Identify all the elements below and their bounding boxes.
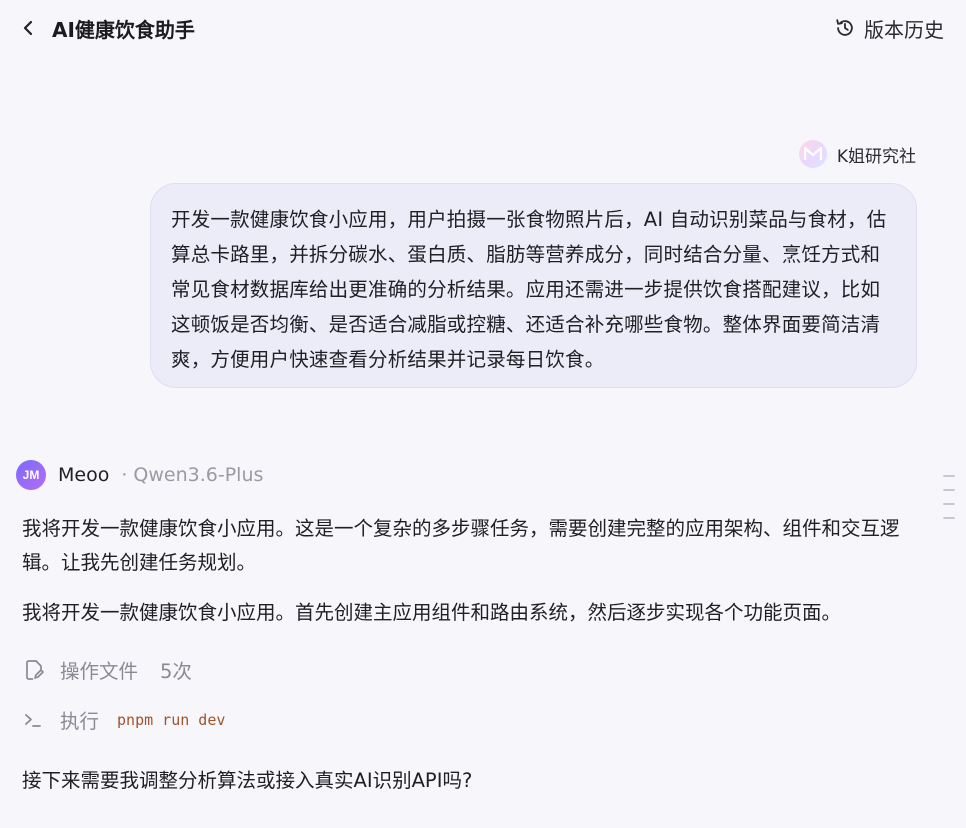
version-history-label: 版本历史 (864, 17, 944, 42)
user-meta: K姐研究社 (798, 140, 916, 168)
user-name: K姐研究社 (836, 146, 916, 167)
terminal-icon (25, 713, 41, 727)
assistant-paragraph: 我将开发一款健康饮食小应用。首先创建主应用组件和路由系统，然后逐步实现各个功能页… (22, 601, 842, 624)
tool-exec-row[interactable]: 执行 pnpm run dev (22, 705, 225, 734)
assistant-avatar: JM (16, 460, 46, 490)
avatar (798, 140, 827, 168)
scroll-mark[interactable] (943, 503, 955, 505)
scroll-mark[interactable] (943, 517, 955, 519)
scroll-mark[interactable] (943, 475, 955, 477)
assistant-name: Meoo (58, 464, 110, 486)
user-logo-icon (803, 147, 822, 160)
scroll-indicator[interactable] (943, 475, 955, 519)
history-icon (836, 19, 853, 36)
tool-files-row[interactable]: 操作文件 5次 (22, 655, 192, 684)
assistant-paragraph: 接下来需要我调整分析算法或接入真实AI识别API吗? (22, 769, 473, 792)
page-title: AI健康饮食助手 (52, 17, 195, 42)
chat-page: AI健康饮食助手 版本历史 K姐研究社 开发一款健康饮食小应用，用户拍摄一张食物… (0, 0, 966, 828)
tool-files-label: 操作文件 (60, 660, 139, 683)
scroll-mark[interactable] (943, 489, 955, 491)
tool-files-count: 5次 (160, 660, 192, 683)
version-history-button[interactable]: 版本历史 (834, 14, 944, 43)
back-button[interactable] (18, 18, 38, 38)
assistant-meta: JM Meoo · Qwen3.6-Plus (16, 460, 263, 490)
user-message-bubble: 开发一款健康饮食小应用，用户拍摄一张食物照片后，AI 自动识别菜品与食材，估算总… (150, 183, 917, 388)
header-left: AI健康饮食助手 (18, 14, 195, 43)
assistant-model: · Qwen3.6-Plus (121, 464, 264, 486)
tool-exec-label: 执行 (60, 710, 100, 733)
file-edit-icon (26, 659, 44, 680)
assistant-paragraph: 我将开发一款健康饮食小应用。这是一个复杂的多步骤任务，需要创建完整的应用架构、组… (22, 517, 900, 574)
header: AI健康饮食助手 版本历史 (0, 0, 966, 56)
chevron-left-icon (23, 20, 33, 36)
tool-exec-command: pnpm run dev (117, 710, 226, 729)
